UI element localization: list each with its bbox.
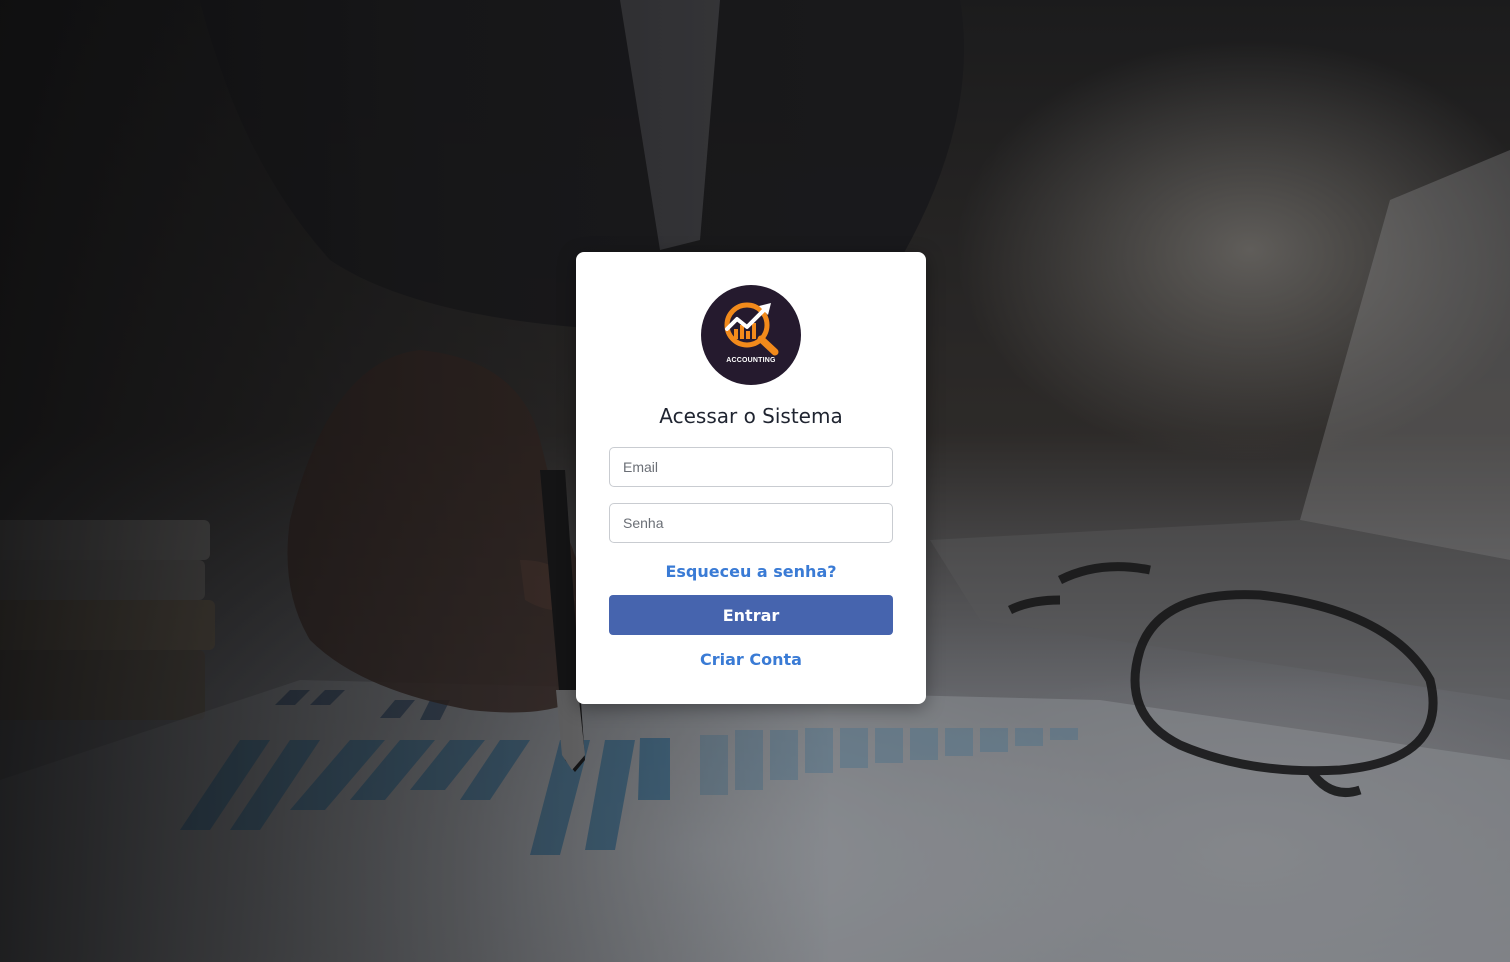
- magnifier-chart-icon: [724, 302, 779, 356]
- login-button[interactable]: Entrar: [609, 595, 893, 635]
- login-card: ACCOUNTING Acessar o Sistema Esqueceu a …: [576, 252, 926, 704]
- page-title: Acessar o Sistema: [659, 404, 843, 428]
- email-field[interactable]: [609, 447, 893, 487]
- forgot-password-link[interactable]: Esqueceu a senha?: [576, 562, 926, 581]
- password-field[interactable]: [609, 503, 893, 543]
- create-account-link[interactable]: Criar Conta: [576, 650, 926, 669]
- accounting-logo: ACCOUNTING: [701, 285, 801, 385]
- logo-label: ACCOUNTING: [726, 357, 776, 364]
